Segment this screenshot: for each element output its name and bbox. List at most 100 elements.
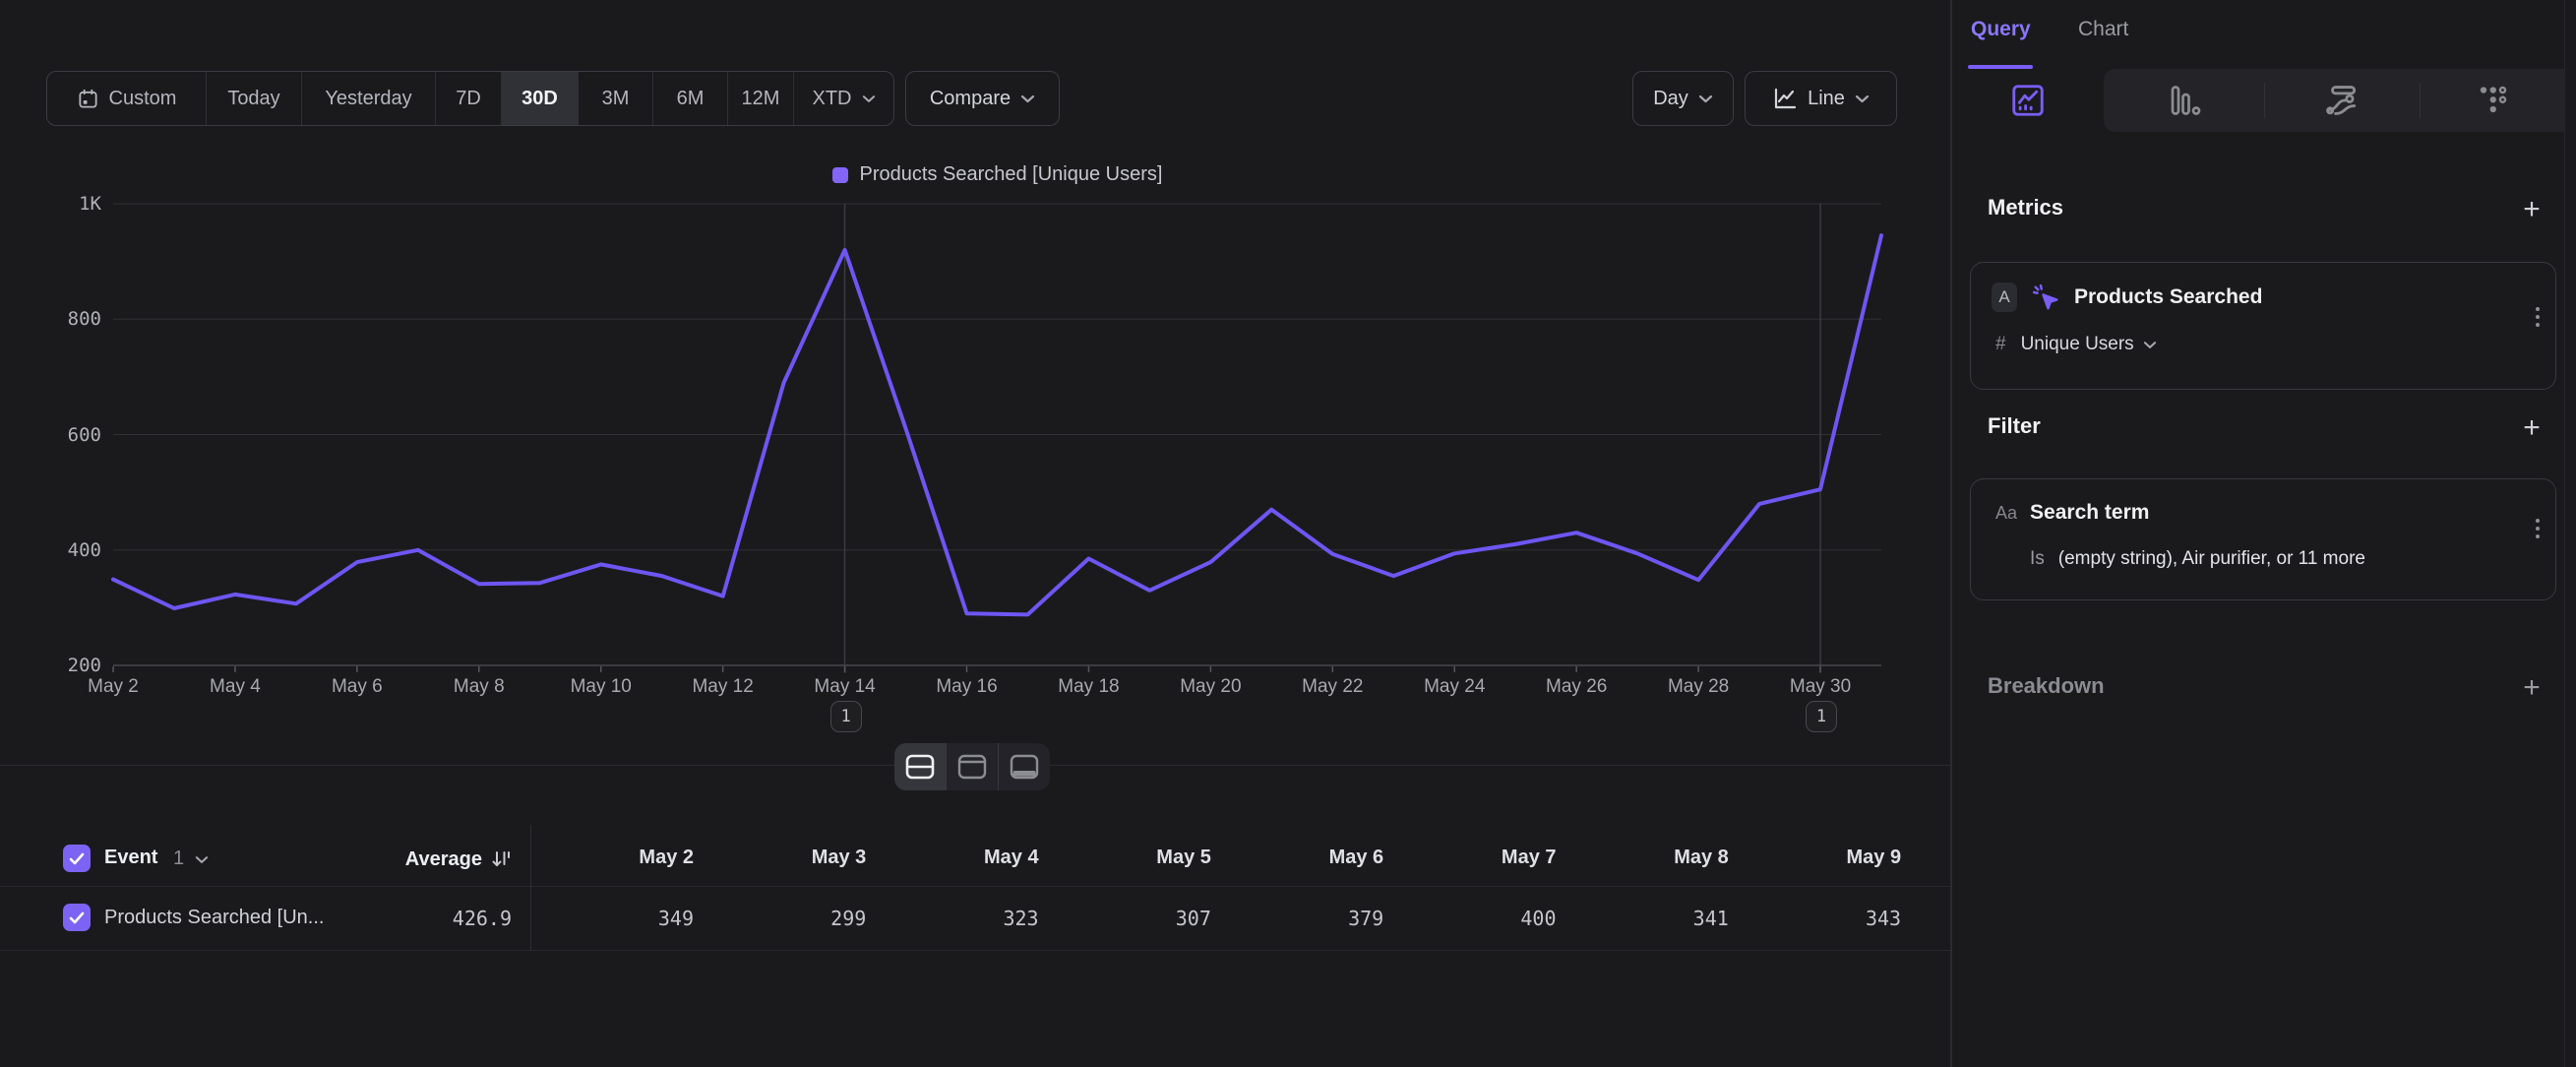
metric-aggregation-row: # Unique Users: [1995, 334, 2555, 355]
date-column-header[interactable]: May 7: [1389, 847, 1557, 869]
tab-divider: [2264, 83, 2265, 118]
chart-type-label: Line: [1808, 88, 1845, 110]
date-column-header[interactable]: May 8: [1562, 847, 1729, 869]
x-axis-label: May 18: [1029, 676, 1147, 698]
sort-descending-icon: [490, 848, 512, 870]
tab-retention[interactable]: [2420, 69, 2564, 132]
series-letter-badge: A: [1992, 282, 2017, 312]
compare-button[interactable]: Compare: [905, 71, 1060, 126]
date-range-3m[interactable]: 3M: [579, 72, 653, 125]
select-all-checkbox[interactable]: [63, 845, 91, 872]
breakdown-heading: Breakdown: [1988, 673, 2105, 699]
chevron-down-icon[interactable]: [195, 855, 209, 864]
chevron-down-icon: [2143, 341, 2157, 349]
date-range-label: 3M: [602, 88, 630, 110]
row-series-name[interactable]: Products Searched [Un...: [104, 907, 324, 929]
date-column-header[interactable]: May 9: [1734, 847, 1901, 869]
event-column-header[interactable]: Event: [104, 847, 157, 869]
tab-insights[interactable]: [1952, 69, 2104, 132]
date-range-yesterday[interactable]: Yesterday: [302, 72, 436, 125]
x-axis-label: May 28: [1639, 676, 1757, 698]
chart-top-view-button[interactable]: [947, 743, 999, 790]
metric-options-menu[interactable]: [2536, 307, 2540, 327]
tab-query[interactable]: Query: [1971, 18, 2031, 41]
date-range-label: 12M: [742, 88, 780, 110]
date-range-12m[interactable]: 12M: [728, 72, 794, 125]
line-chart-icon: [1772, 87, 1798, 110]
filter-operator[interactable]: Is: [2030, 548, 2045, 570]
date-cell-value: 341: [1562, 907, 1729, 930]
aggregation-selector[interactable]: Unique Users: [2021, 334, 2157, 355]
date-column-header[interactable]: May 2: [526, 847, 694, 869]
date-cell-value: 307: [1044, 907, 1211, 930]
filter-condition-row: Is (empty string), Air purifier, or 11 m…: [2030, 548, 2555, 570]
granularity-label: Day: [1653, 88, 1688, 110]
filter-value[interactable]: (empty string), Air purifier, or 11 more: [2058, 548, 2365, 570]
split-view-button[interactable]: [894, 743, 947, 790]
annotation-badge-may-14[interactable]: 1: [830, 701, 862, 732]
average-label: Average: [405, 848, 482, 871]
x-axis-label: May 20: [1151, 676, 1269, 698]
date-range-label: XTD: [813, 88, 852, 110]
filter-property-name[interactable]: Search term: [2030, 501, 2149, 525]
add-breakdown-button[interactable]: +: [2517, 673, 2546, 703]
x-axis-label: May 22: [1273, 676, 1391, 698]
date-range-label: Custom: [109, 88, 177, 110]
check-icon: [69, 852, 85, 865]
date-range-label: Yesterday: [325, 88, 411, 110]
date-range-30d[interactable]: 30D: [502, 72, 579, 125]
date-range-label: Today: [227, 88, 279, 110]
x-axis-label: May 4: [176, 676, 294, 698]
chart-type-button[interactable]: Line: [1745, 71, 1897, 126]
date-column-header[interactable]: May 3: [699, 847, 866, 869]
aggregation-symbol: #: [1995, 334, 2006, 355]
tab-divider: [2420, 83, 2421, 118]
date-range-today[interactable]: Today: [207, 72, 302, 125]
table-row-border: [0, 950, 1950, 951]
average-column-divider: [530, 825, 531, 950]
aggregation-label: Unique Users: [2021, 334, 2134, 355]
filter-card[interactable]: Aa Search term Is (empty string), Air pu…: [1970, 478, 2556, 600]
x-axis-label: May 10: [542, 676, 660, 698]
date-cell-value: 323: [872, 907, 1039, 930]
x-axis-label: May 6: [298, 676, 416, 698]
date-range-xtd[interactable]: XTD: [794, 72, 893, 125]
date-column-header[interactable]: May 4: [872, 847, 1039, 869]
annotation-badge-may-30[interactable]: 1: [1806, 701, 1837, 732]
metric-event-name[interactable]: Products Searched: [2074, 285, 2262, 309]
tab-funnels[interactable]: [2104, 69, 2264, 132]
date-cell-value: 379: [1216, 907, 1383, 930]
tab-flows[interactable]: [2264, 69, 2420, 132]
date-range-custom[interactable]: Custom: [47, 72, 207, 125]
x-axis-label: May 16: [908, 676, 1026, 698]
filter-heading: Filter: [1988, 413, 2041, 439]
add-filter-button[interactable]: +: [2517, 413, 2546, 443]
legend-label: Products Searched [Unique Users]: [860, 163, 1163, 186]
y-axis-label: 200: [32, 655, 101, 676]
panel-edge-gutter: [2564, 0, 2565, 1067]
chart-plot-area[interactable]: [113, 204, 1881, 677]
tab-chart[interactable]: Chart: [2078, 18, 2128, 41]
x-axis-label: May 26: [1517, 676, 1635, 698]
metric-card[interactable]: A Products Searched # Unique Users: [1970, 262, 2556, 390]
granularity-button[interactable]: Day: [1632, 71, 1734, 126]
filter-options-menu[interactable]: [2536, 519, 2540, 538]
table-bottom-view-button[interactable]: [999, 743, 1050, 790]
chart-top-view-icon: [955, 752, 989, 782]
date-range-6m[interactable]: 6M: [653, 72, 728, 125]
date-range-group: Custom Today Yesterday 7D30D 3M 6M 12M XTD: [46, 71, 894, 126]
row-average-value: 426.9: [344, 907, 512, 930]
add-metric-button[interactable]: +: [2517, 195, 2546, 224]
insights-icon: [2009, 82, 2047, 119]
date-column-header[interactable]: May 5: [1044, 847, 1211, 869]
date-range-7d[interactable]: 7D: [436, 72, 502, 125]
series-line[interactable]: [113, 235, 1881, 614]
row-checkbox[interactable]: [63, 904, 91, 931]
y-axis-label: 600: [32, 424, 101, 446]
event-count: 1: [173, 847, 184, 870]
date-column-header[interactable]: May 6: [1216, 847, 1383, 869]
average-column-header[interactable]: Average: [325, 845, 512, 874]
metrics-heading: Metrics: [1988, 195, 2063, 220]
y-axis-label: 1K: [32, 193, 101, 215]
y-axis-label: 800: [32, 308, 101, 330]
